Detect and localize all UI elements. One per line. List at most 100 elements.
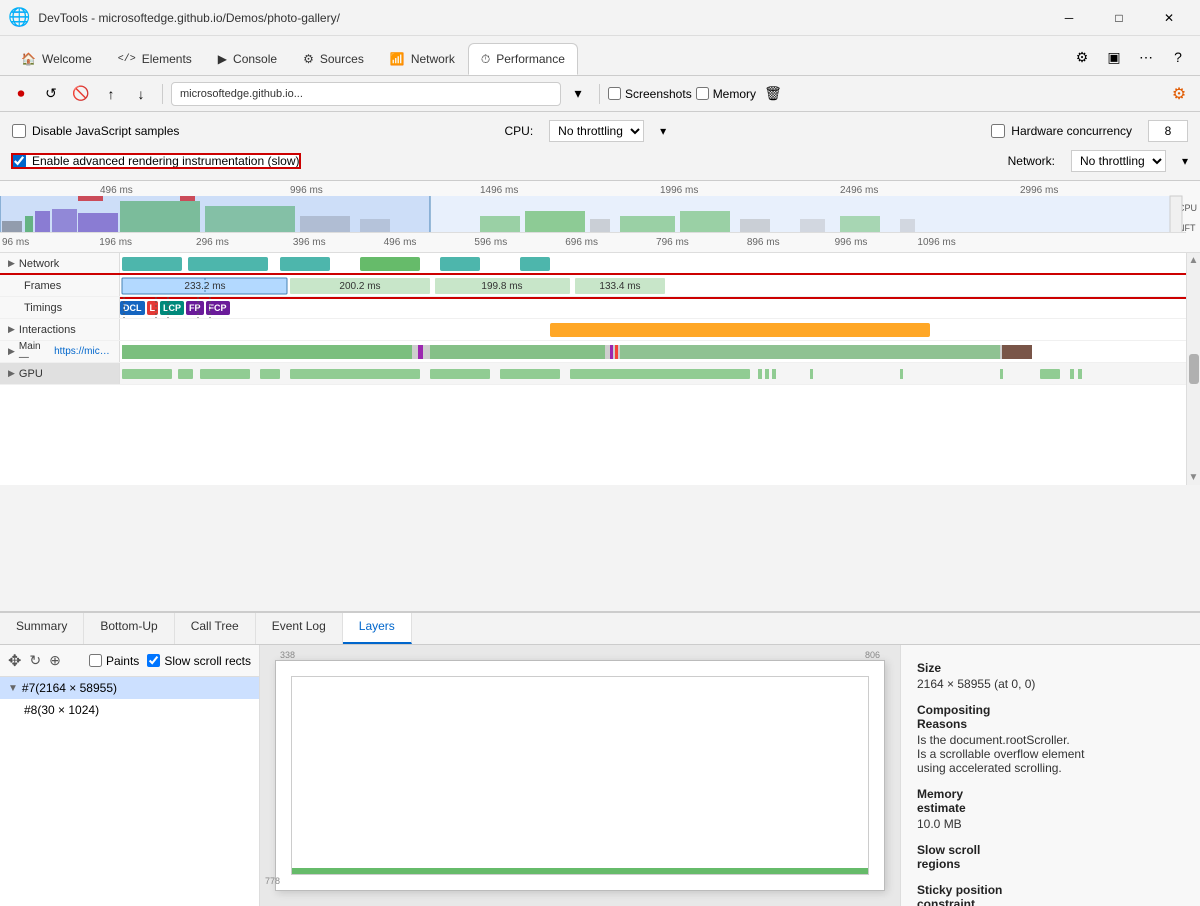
compositing-value: Is the document.rootScroller.Is a scroll…	[917, 733, 1184, 775]
flamechart-row-network[interactable]: ▶ Network	[0, 253, 1200, 275]
upload-button[interactable]: ↑	[98, 81, 124, 107]
maximize-button[interactable]: □	[1096, 2, 1142, 34]
flamechart[interactable]: ▶ Network	[0, 253, 1200, 485]
tab-console[interactable]: ▶ Console	[205, 43, 290, 75]
timings-row-label: Timings	[0, 297, 120, 318]
help-button[interactable]: ?	[1164, 43, 1192, 71]
overview-panel[interactable]: 496 ms 996 ms 1496 ms 1996 ms 2496 ms 29…	[0, 181, 1200, 253]
hardware-concurrency-checkbox[interactable]	[991, 124, 1005, 138]
sticky-label: Sticky positionconstraint	[917, 883, 1184, 906]
flamechart-row-frames[interactable]: Frames 233.2 ms 200.2 ms 199.8	[0, 275, 1200, 297]
tab-performance[interactable]: ⏱ Performance	[468, 43, 578, 75]
toolbar-divider-2	[599, 84, 600, 104]
tab-summary[interactable]: Summary	[0, 613, 84, 644]
record-button[interactable]: ⏺	[8, 81, 34, 107]
svg-text:996 ms: 996 ms	[290, 185, 323, 196]
layer-item-1[interactable]: ▼ #7(2164 × 58955)	[0, 677, 259, 699]
perf-controls: Disable JavaScript samples CPU: No throt…	[0, 112, 1200, 181]
cpu-throttle-select[interactable]: No throttling	[549, 120, 644, 142]
tab-call-tree[interactable]: Call Tree	[175, 613, 256, 644]
disable-js-samples-checkbox[interactable]	[12, 124, 26, 138]
gpu-row-content	[120, 363, 1200, 384]
flamechart-row-timings[interactable]: Timings DCL L LCP	[0, 297, 1200, 319]
clear-button[interactable]: 🚫	[68, 81, 94, 107]
devtools-inner-toolbar: ⏺ ↺ 🚫 ↑ ↓ ▾ Screenshots Memory 🗑 ⚙	[0, 76, 1200, 112]
timings-row-content: DCL L LCP FP FCP	[120, 297, 1200, 318]
tab-network[interactable]: 📶 Network	[377, 43, 468, 75]
devtools-settings-button[interactable]: ⚙	[1166, 81, 1192, 107]
layers-tree: ✥ ↻ ⊕ Paints Slow scroll rects ▼	[0, 645, 260, 906]
slow-scroll-checkbox[interactable]	[147, 654, 160, 667]
flamechart-row-interactions[interactable]: ▶ Interactions	[0, 319, 1200, 341]
more-button[interactable]: ⋯	[1132, 43, 1160, 71]
window-controls: ─ □ ✕	[1046, 2, 1192, 34]
browser-icon: 🌐	[8, 7, 30, 28]
network-label: Network:	[1008, 154, 1055, 168]
compositing-label: CompositingReasons	[917, 703, 1184, 731]
flamechart-row-gpu[interactable]: ▶ GPU	[0, 363, 1200, 385]
trash-button[interactable]: 🗑	[760, 81, 786, 107]
reload-record-button[interactable]: ↺	[38, 81, 64, 107]
layers-toolbar: ✥ ↻ ⊕ Paints Slow scroll rects	[0, 645, 259, 677]
perf-controls-row1: Disable JavaScript samples CPU: No throt…	[12, 120, 1188, 142]
titlebar-title: DevTools - microsoftedge.github.io/Demos…	[38, 11, 1046, 25]
paints-label[interactable]: Paints	[89, 654, 139, 668]
interactions-row-label: ▶ Interactions	[0, 319, 120, 340]
info-memory: Memoryestimate 10.0 MB	[917, 787, 1184, 831]
memory-estimate-label: Memoryestimate	[917, 787, 1184, 815]
hardware-concurrency-label[interactable]: Hardware concurrency	[991, 124, 1132, 138]
bottom-tabs: Summary Bottom-Up Call Tree Event Log La…	[0, 613, 1200, 645]
tab-event-log[interactable]: Event Log	[256, 613, 343, 644]
screenshots-checkbox-label[interactable]: Screenshots	[608, 87, 692, 101]
tab-sources[interactable]: ⚙ Sources	[290, 43, 377, 75]
interactions-row-content	[120, 319, 1200, 340]
tab-elements[interactable]: </> Elements	[105, 43, 205, 75]
layers-panel: ✥ ↻ ⊕ Paints Slow scroll rects ▼	[0, 645, 1200, 906]
enable-rendering-label[interactable]: Enable advanced rendering instrumentatio…	[12, 154, 300, 168]
size-value: 2164 × 58955 (at 0, 0)	[917, 677, 1184, 691]
tab-layers[interactable]: Layers	[343, 613, 412, 644]
url-input[interactable]	[171, 82, 561, 106]
memory-checkbox[interactable]	[696, 87, 709, 100]
slow-scroll-regions-label: Slow scrollregions	[917, 843, 1184, 871]
svg-text:1496 ms: 1496 ms	[480, 185, 518, 196]
dock-button[interactable]: ▣	[1100, 43, 1128, 71]
download-button[interactable]: ↓	[128, 81, 154, 107]
enable-rendering-checkbox[interactable]	[12, 154, 26, 168]
layers-canvas[interactable]: 338 806 778	[260, 645, 900, 906]
screenshots-checkbox[interactable]	[608, 87, 621, 100]
info-sticky: Sticky positionconstraint	[917, 883, 1184, 906]
svg-text:496 ms: 496 ms	[100, 185, 133, 196]
svg-text:133.4 ms: 133.4 ms	[599, 281, 640, 292]
network-row-label: ▶ Network	[0, 253, 120, 274]
devtools-tabbar: 🏠 Welcome </> Elements ▶ Console ⚙ Sourc…	[0, 36, 1200, 76]
titlebar: 🌐 DevTools - microsoftedge.github.io/Dem…	[0, 0, 1200, 36]
timeline-section: 496 ms 996 ms 1496 ms 1996 ms 2496 ms 29…	[0, 181, 1200, 611]
bottom-panel: Summary Bottom-Up Call Tree Event Log La…	[0, 611, 1200, 906]
disable-js-samples-label[interactable]: Disable JavaScript samples	[12, 124, 179, 138]
slow-scroll-label[interactable]: Slow scroll rects	[147, 654, 251, 668]
console-icon: ▶	[218, 52, 227, 66]
tab-welcome[interactable]: 🏠 Welcome	[8, 43, 105, 75]
memory-checkbox-label[interactable]: Memory	[696, 87, 756, 101]
dropdown-button[interactable]: ▾	[565, 81, 591, 107]
main-row-label: ▶ Main — https://micro...	[0, 341, 120, 362]
layer-item-2[interactable]: #8(30 × 1024)	[0, 699, 259, 721]
svg-text:199.8 ms: 199.8 ms	[481, 281, 522, 292]
move-icon[interactable]: ✥	[8, 651, 21, 671]
network-throttle-select[interactable]: No throttling	[1071, 150, 1166, 172]
main-layout: 496 ms 996 ms 1496 ms 1996 ms 2496 ms 29…	[0, 181, 1200, 906]
rotate-icon[interactable]: ↻	[29, 652, 41, 669]
svg-text:2996 ms: 2996 ms	[1020, 185, 1058, 196]
minimize-button[interactable]: ─	[1046, 2, 1092, 34]
flamechart-row-main[interactable]: ▶ Main — https://micro...	[0, 341, 1200, 363]
reset-icon[interactable]: ⊕	[49, 652, 61, 669]
hardware-concurrency-input[interactable]	[1148, 120, 1188, 142]
paints-checkbox[interactable]	[89, 654, 102, 667]
tab-bottom-up[interactable]: Bottom-Up	[84, 613, 174, 644]
layers-info: Size 2164 × 58955 (at 0, 0) CompositingR…	[900, 645, 1200, 906]
frames-row-content: 233.2 ms 200.2 ms 199.8 ms 133.4 ms	[120, 275, 1200, 296]
close-button[interactable]: ✕	[1146, 2, 1192, 34]
welcome-icon: 🏠	[21, 52, 36, 66]
settings-button[interactable]: ⚙	[1068, 43, 1096, 71]
